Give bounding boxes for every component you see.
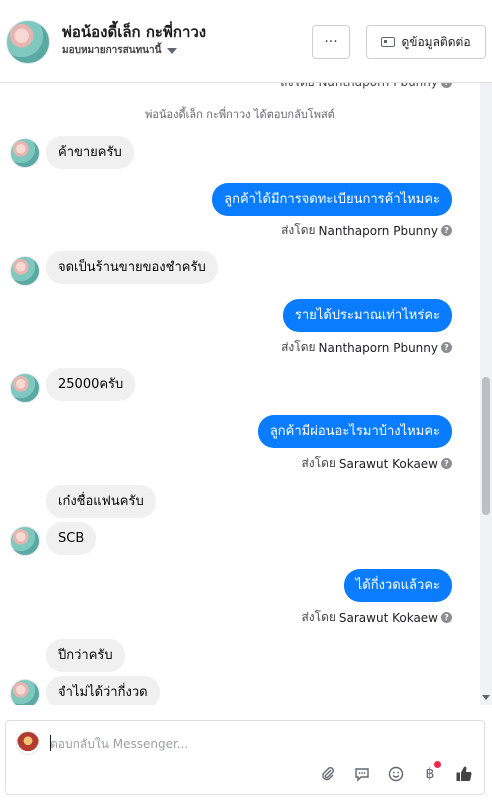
message-bubble[interactable]: ลูกค้าได้มีการจดทะเบียนการค้าไหมคะ (212, 183, 452, 216)
message-thread[interactable]: ส่งโดย Nanthaporn Pbunny ? พ่อน้องดี้เล็… (0, 83, 480, 705)
message-bubble[interactable]: เก๋งชื่อแฟนครับ (46, 485, 156, 518)
sender-name: Sarawut Kokaew (338, 610, 438, 625)
message-incoming: ปีกว่าครับ (46, 639, 125, 672)
sent-by-prefix: ส่งโดย (301, 610, 336, 624)
message-bubble[interactable]: ลูกค้ามีผ่อนอะไรมาบ้างไหมคะ (257, 415, 452, 448)
emoji-icon[interactable] (386, 764, 406, 784)
message-outgoing: ลูกค้ามีผ่อนอะไรมาบ้างไหมคะ (257, 415, 452, 448)
contact-avatar[interactable] (6, 20, 50, 64)
sent-by-label: ส่งโดย Sarawut Kokaew ? (301, 454, 452, 473)
notification-dot (434, 761, 441, 768)
paperclip-icon[interactable] (318, 764, 338, 784)
system-message: พ่อน้องดี้เล็ก กะพี่กาวง ได้ตอบกลับโพสต์ (145, 108, 335, 121)
message-outgoing: รายได้ประมาณเท่าไหร่คะ (282, 299, 452, 332)
assign-label: มอบหมายการสนทนานี้ (62, 45, 162, 56)
message-bubble[interactable]: ได้กี่งวดแล้วคะ (343, 569, 452, 602)
message-incoming: จำไม่ได้ว่ากี่งวด (46, 676, 160, 705)
caret-down-icon (167, 47, 178, 54)
message-bubble[interactable]: 25000ครับ (46, 368, 136, 401)
message-incoming: จดเป็นร้านขายของชำครับ (46, 251, 218, 284)
conversation-header: พ่อน้องดี้เล็ก กะพี่กาวง มอบหมายการสนทนา… (0, 0, 492, 83)
sent-by-prefix: ส่งโดย (301, 456, 336, 470)
sender-name: Nanthaporn Pbunny (318, 223, 438, 238)
help-icon[interactable]: ? (441, 612, 452, 623)
baht-icon[interactable]: ฿ (420, 761, 441, 784)
sent-by-label: ส่งโดย Sarawut Kokaew ? (301, 608, 452, 627)
message-bubble[interactable]: จดเป็นร้านขายของชำครับ (46, 251, 218, 284)
like-icon[interactable] (454, 764, 474, 784)
message-bubble[interactable]: SCB (46, 522, 97, 555)
message-outgoing: ลูกค้าได้มีการจดทะเบียนการค้าไหมคะ (212, 183, 452, 216)
sent-by-label: ส่งโดย Nanthaporn Pbunny ? (280, 83, 452, 92)
message-bubble[interactable]: รายได้ประมาณเท่าไหร่คะ (282, 299, 452, 332)
message-incoming: 25000ครับ (46, 368, 136, 401)
sent-by-prefix: ส่งโดย (281, 340, 316, 354)
assign-conversation-dropdown[interactable]: มอบหมายการสนทนานี้ (62, 43, 178, 58)
help-icon[interactable]: ? (441, 458, 452, 469)
message-bubble[interactable]: ปีกว่าครับ (46, 639, 125, 672)
sender-avatar (10, 373, 40, 403)
view-contact-label: ดูข้อมูลติดต่อ (401, 34, 471, 49)
composer-toolbar: ฿ (318, 761, 474, 784)
view-contact-button[interactable]: ดูข้อมูลติดต่อ (366, 25, 486, 59)
more-options-button[interactable]: ··· (312, 25, 350, 59)
sender-name: Sarawut Kokaew (338, 456, 438, 471)
sent-by-label: ส่งโดย Nanthaporn Pbunny ? (281, 221, 452, 240)
message-incoming: เก๋งชื่อแฟนครับ (46, 485, 156, 518)
scroll-down-arrow-icon[interactable] (482, 695, 490, 700)
sender-avatar (10, 138, 40, 168)
reply-input[interactable] (50, 735, 430, 753)
message-bubble[interactable]: ค้าขายครับ (46, 136, 134, 169)
scrollbar-thumb[interactable] (482, 377, 490, 515)
sent-by-prefix: ส่งโดย (281, 223, 316, 237)
contact-card-icon (381, 37, 396, 47)
sender-avatar (10, 679, 40, 705)
sender-name: Nanthaporn Pbunny (318, 340, 438, 355)
contact-name[interactable]: พ่อน้องดี้เล็ก กะพี่กาวง (62, 20, 206, 44)
sent-by-text: ส่งโดย Nanthaporn Pbunny (280, 83, 438, 92)
help-icon[interactable]: ? (441, 225, 452, 236)
text-cursor (50, 735, 51, 751)
message-bubble[interactable]: จำไม่ได้ว่ากี่งวด (46, 676, 160, 705)
page-avatar (16, 731, 40, 755)
message-outgoing: ได้กี่งวดแล้วคะ (343, 569, 452, 602)
help-icon[interactable]: ? (441, 342, 452, 353)
message-incoming: SCB (46, 522, 97, 555)
sender-avatar (10, 526, 40, 556)
sent-by-label: ส่งโดย Nanthaporn Pbunny ? (281, 338, 452, 357)
help-icon[interactable]: ? (441, 83, 452, 88)
quick-reply-icon[interactable] (352, 764, 372, 784)
sender-avatar (10, 256, 40, 286)
message-incoming: ค้าขายครับ (46, 136, 134, 169)
message-composer: ฿ (5, 720, 485, 795)
